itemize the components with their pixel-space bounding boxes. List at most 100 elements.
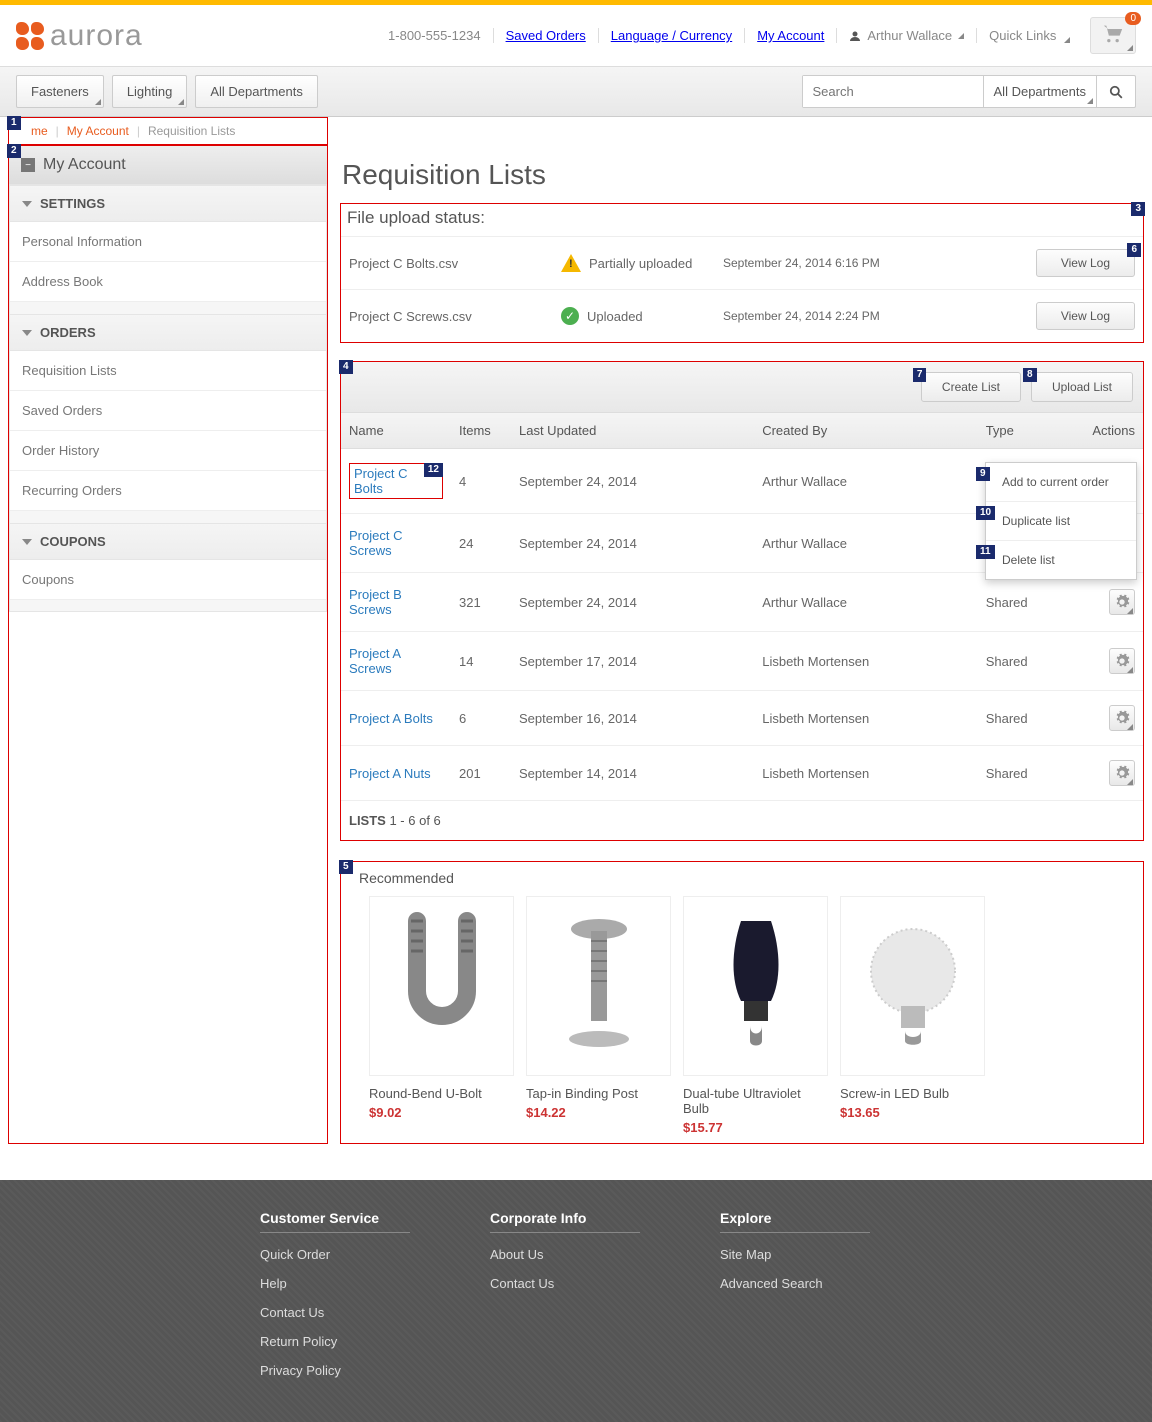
product-card[interactable]: Dual-tube Ultraviolet Bulb $15.77 (683, 896, 828, 1135)
footer-column: Customer Service Quick Order Help Contact U… (260, 1210, 410, 1392)
sidebar-item-coupons[interactable]: Coupons (10, 560, 326, 600)
cell-created-by: Lisbeth Mortensen (754, 632, 977, 691)
chevron-icon (1127, 724, 1133, 730)
footer-link[interactable]: Contact Us (260, 1305, 410, 1320)
upload-status-label: Uploaded (587, 309, 643, 324)
chevron-icon (95, 99, 101, 105)
cell-updated: September 24, 2014 (511, 573, 754, 632)
chevron-icon (1127, 608, 1133, 614)
view-log-button[interactable]: View Log (1036, 249, 1135, 277)
sidebar-item-requisition-lists[interactable]: Requisition Lists (10, 351, 326, 391)
sidebar-item-saved-orders[interactable]: Saved Orders (10, 391, 326, 431)
menu-add-to-order[interactable]: 9 Add to current order (986, 463, 1136, 502)
upload-time: September 24, 2014 6:16 PM (723, 256, 933, 270)
footer-heading: Corporate Info (490, 1210, 640, 1233)
logo-icon (16, 22, 44, 50)
sidebar-section-orders[interactable]: ORDERS (10, 314, 326, 351)
product-price: $13.65 (840, 1105, 985, 1120)
product-card[interactable]: Screw-in LED Bulb $13.65 (840, 896, 985, 1135)
cell-actions (1083, 573, 1143, 632)
footer-link[interactable]: Help (260, 1276, 410, 1291)
footer-link[interactable]: Return Policy (260, 1334, 410, 1349)
footer-column: Corporate Info About Us Contact Us (490, 1210, 640, 1392)
list-name-link[interactable]: Project A Nuts (349, 766, 431, 781)
list-name-link[interactable]: Project C Bolts (354, 466, 407, 496)
chevron-icon (178, 99, 184, 105)
list-name-link[interactable]: Project A Bolts (349, 711, 433, 726)
row-actions-button[interactable] (1109, 760, 1135, 786)
table-row: Project B Screws 321 September 24, 2014 … (341, 573, 1143, 632)
search-input[interactable] (803, 76, 983, 107)
col-items: Items (451, 413, 511, 449)
footer-link[interactable]: Quick Order (260, 1247, 410, 1262)
product-image (840, 896, 985, 1076)
list-name-link[interactable]: Project B Screws (349, 587, 402, 617)
user-name: Arthur Wallace (867, 28, 952, 43)
brand-logo[interactable]: aurora (16, 19, 143, 53)
sidebar-item-address-book[interactable]: Address Book (10, 262, 326, 302)
cell-type: Shared (978, 746, 1083, 801)
menu-delete[interactable]: 11 Delete list (986, 541, 1136, 579)
row-actions-button[interactable] (1109, 648, 1135, 674)
product-image (683, 896, 828, 1076)
table-row: Project A Screws 14 September 17, 2014 L… (341, 632, 1143, 691)
sidebar-item-recurring-orders[interactable]: Recurring Orders (10, 471, 326, 511)
row-actions-button[interactable] (1109, 705, 1135, 731)
view-log-button[interactable]: View Log (1036, 302, 1135, 330)
nav-all-departments[interactable]: All Departments (195, 75, 317, 108)
row-actions-button[interactable] (1109, 589, 1135, 615)
nav-fasteners[interactable]: Fasteners (16, 75, 104, 108)
nav-lighting[interactable]: Lighting (112, 75, 188, 108)
breadcrumb-home[interactable]: me (31, 124, 48, 138)
cell-name: Project C Screws (341, 514, 451, 573)
product-card[interactable]: Round-Bend U-Bolt $9.02 (369, 896, 514, 1135)
annot-3: 3 (1131, 202, 1145, 216)
sidebar-item-order-history[interactable]: Order History (10, 431, 326, 471)
chevron-down-icon (22, 330, 32, 336)
cell-actions (1083, 691, 1143, 746)
cell-name: Project A Screws (341, 632, 451, 691)
footer-link[interactable]: Site Map (720, 1247, 870, 1262)
brand-name: aurora (50, 19, 143, 53)
footer-link[interactable]: About Us (490, 1247, 640, 1262)
annot-2: 2 (7, 144, 21, 158)
sidebar-item-personal-info[interactable]: Personal Information (10, 222, 326, 262)
chevron-down-icon (22, 201, 32, 207)
search-icon (1109, 85, 1123, 99)
collapse-icon[interactable]: − (21, 158, 35, 172)
annot-9: 9 (976, 467, 990, 481)
search-box: All Departments (802, 75, 1136, 108)
menu-duplicate[interactable]: 10 Duplicate list (986, 502, 1136, 541)
quick-links-menu[interactable]: Quick Links (977, 28, 1082, 43)
lists-footer-label: LISTS (349, 813, 386, 828)
saved-orders-link[interactable]: Saved Orders (494, 28, 599, 43)
my-account-link[interactable]: My Account (745, 28, 837, 43)
search-scope-select[interactable]: All Departments (983, 76, 1096, 107)
cart-count-badge: 0 (1125, 12, 1141, 25)
product-image (526, 896, 671, 1076)
breadcrumb-account[interactable]: My Account (67, 124, 129, 138)
footer-link[interactable]: Contact Us (490, 1276, 640, 1291)
footer-heading: Customer Service (260, 1210, 410, 1233)
search-button[interactable] (1096, 76, 1135, 107)
list-name-link[interactable]: Project A Screws (349, 646, 400, 676)
annot-10: 10 (976, 506, 995, 520)
cart-button[interactable]: 0 (1090, 17, 1136, 54)
product-card[interactable]: Tap-in Binding Post $14.22 (526, 896, 671, 1135)
menu-label: Duplicate list (1002, 514, 1070, 528)
sidebar-section-coupons[interactable]: COUPONS (10, 523, 326, 560)
table-row: Project A Nuts 201 September 14, 2014 Li… (341, 746, 1143, 801)
footer-link[interactable]: Privacy Policy (260, 1363, 410, 1378)
upload-file-name: Project C Screws.csv (349, 309, 549, 324)
breadcrumb: 1 me | My Account | Requisition Lists (8, 117, 328, 145)
annot-6: 6 (1127, 243, 1141, 257)
product-name: Screw-in LED Bulb (840, 1086, 985, 1101)
footer-link[interactable]: Advanced Search (720, 1276, 870, 1291)
list-name-link[interactable]: Project C Screws (349, 528, 402, 558)
sidebar-section-settings[interactable]: SETTINGS (10, 185, 326, 222)
user-menu[interactable]: Arthur Wallace (837, 28, 977, 43)
col-name: Name (341, 413, 451, 449)
language-currency-link[interactable]: Language / Currency (599, 28, 745, 43)
create-list-button[interactable]: Create List (921, 372, 1021, 402)
upload-list-button[interactable]: Upload List (1031, 372, 1133, 402)
